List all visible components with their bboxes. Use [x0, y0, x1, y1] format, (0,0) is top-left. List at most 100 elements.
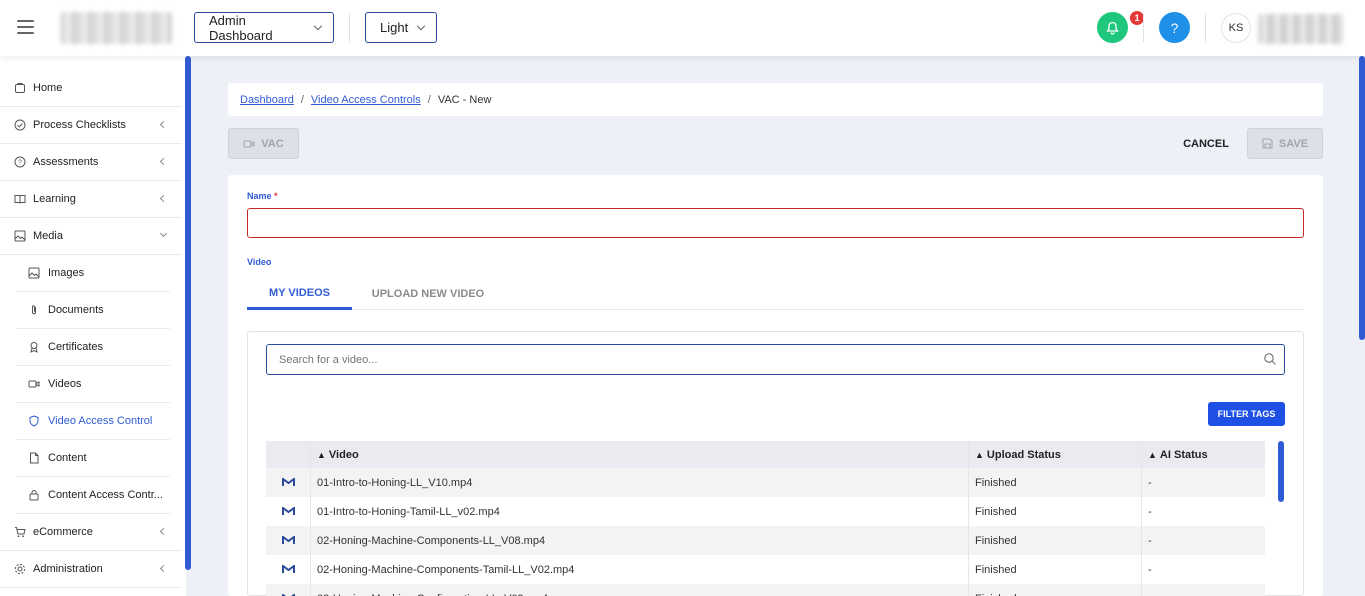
save-button-label: SAVE [1278, 137, 1309, 150]
sidebar-item-certificates[interactable]: Certificates [16, 329, 170, 366]
gear-icon [14, 563, 26, 575]
sidebar-item-documents[interactable]: Documents [16, 292, 170, 329]
sidebar-item-assessments[interactable]: ? Assessments [0, 144, 182, 181]
sort-icon: ▲︎ [975, 449, 984, 460]
file-icon [28, 452, 40, 464]
filter-tags-button[interactable]: FILTER TAGS [1208, 402, 1285, 426]
video-icon [28, 378, 40, 390]
sort-icon: ▲︎ [1148, 449, 1157, 460]
table-header-ai-status[interactable]: ▲︎ AI Status [1142, 441, 1265, 468]
divider [1205, 14, 1206, 42]
top-header: Admin Dashboard Light 1 ? KS [0, 0, 1365, 56]
sidebar-item-images[interactable]: Images [16, 255, 170, 292]
name-label-text: Name [247, 191, 272, 201]
chevron-down-icon [314, 21, 323, 31]
breadcrumb-separator: / [427, 93, 431, 106]
table-header-video[interactable]: ▲︎ Video [311, 441, 969, 468]
save-button[interactable]: SAVE [1247, 128, 1323, 159]
sidebar-item-media[interactable]: Media [0, 218, 182, 255]
sidebar-item-process-checklists[interactable]: Process Checklists [0, 107, 182, 144]
chevron-down-icon [159, 229, 168, 238]
help-button[interactable]: ? [1159, 12, 1190, 43]
sidebar-item-learning[interactable]: Learning [0, 181, 182, 218]
upload-status-cell: Finished [969, 526, 1142, 555]
tab-upload-new-video[interactable]: UPLOAD NEW VIDEO [357, 278, 499, 310]
paperclip-icon [28, 304, 40, 316]
video-name-cell: 02-Honing-Machine-Components-LL_V08.mp4 [311, 526, 969, 555]
table-header-label: AI Status [1159, 448, 1208, 461]
ai-status-cell: - [1142, 584, 1265, 596]
user-name[interactable] [1258, 14, 1344, 44]
table-row[interactable]: 03-Honing-Machine-Configuration-LL_V09.m… [266, 584, 1265, 596]
vac-button[interactable]: VAC [228, 128, 299, 159]
breadcrumb-current: VAC - New [437, 93, 492, 106]
logo [60, 12, 172, 44]
chevron-left-icon [159, 564, 168, 573]
table-row[interactable]: 02-Honing-Machine-Components-LL_V08.mp4 … [266, 526, 1265, 555]
sidebar-item-video-access-control[interactable]: Video Access Control [16, 403, 170, 440]
breadcrumb-video-access-controls-link[interactable]: Video Access Controls [311, 94, 421, 106]
upload-status-cell: Finished [969, 584, 1142, 596]
sidebar-item-home[interactable]: Home [0, 70, 182, 107]
table-row[interactable]: 01-Intro-to-Honing-LL_V10.mp4 Finished - [266, 468, 1265, 497]
table-header-label: Video [328, 448, 359, 461]
table-row[interactable]: 02-Honing-Machine-Components-Tamil-LL_V0… [266, 555, 1265, 584]
tab-my-videos[interactable]: MY VIDEOS [247, 278, 352, 310]
ai-status-cell: - [1148, 505, 1152, 518]
sidebar-item-content[interactable]: Content [16, 440, 170, 477]
divider [349, 14, 350, 42]
breadcrumb-separator: / [300, 93, 304, 106]
sidebar-item-label: Home [33, 82, 63, 94]
chevron-left-icon [159, 157, 168, 166]
sidebar-item-videos[interactable]: Videos [16, 366, 170, 403]
sidebar-item-label: Videos [48, 378, 82, 390]
theme-select-label: Light [380, 20, 409, 35]
sidebar-item-label: Assessments [33, 156, 99, 168]
chevron-left-icon [159, 527, 168, 536]
page-scrollbar[interactable] [1359, 56, 1365, 340]
video-thumbnail-icon [266, 555, 311, 584]
upload-status-cell: Finished [969, 468, 1142, 497]
lock-icon [28, 489, 40, 501]
table-header-cell [266, 441, 311, 468]
sidebar: Home Process Checklists ? Assessments Le… [0, 56, 186, 596]
sidebar-scrollbar[interactable] [185, 56, 191, 570]
name-input[interactable] [247, 208, 1304, 238]
sidebar-item-label: Content [48, 452, 87, 464]
award-icon [28, 341, 40, 353]
breadcrumb-dashboard-link[interactable]: Dashboard [240, 94, 294, 106]
video-thumbnail-icon [266, 497, 311, 526]
dashboard-select[interactable]: Admin Dashboard [194, 12, 334, 43]
notification-badge: 1 [1130, 11, 1144, 25]
dashboard-select-label: Admin Dashboard [209, 12, 273, 43]
chevron-left-icon [159, 194, 168, 203]
sidebar-item-ecommerce[interactable]: eCommerce [0, 514, 182, 551]
book-icon [14, 193, 26, 205]
search-icon[interactable] [1263, 352, 1277, 366]
question-circle-icon: ? [14, 156, 26, 168]
search-input[interactable] [266, 344, 1285, 375]
video-tabs: MY VIDEOS UPLOAD NEW VIDEO [247, 278, 1304, 310]
table-scrollbar[interactable] [1278, 441, 1284, 502]
sort-icon: ▲︎ [317, 449, 326, 460]
table-row[interactable]: 01-Intro-to-Honing-Tamil-LL_v02.mp4 Fini… [266, 497, 1265, 526]
sidebar-item-administration[interactable]: Administration [0, 551, 182, 588]
image-icon [28, 267, 40, 279]
notifications-button[interactable] [1097, 12, 1128, 43]
video-name-cell: 03-Honing-Machine-Configuration-LL_V09.m… [311, 584, 969, 596]
cancel-button[interactable]: CANCEL [1178, 128, 1234, 159]
hamburger-menu-icon[interactable] [17, 20, 34, 34]
check-circle-icon [14, 119, 26, 131]
theme-select[interactable]: Light [365, 12, 437, 43]
cart-icon [14, 526, 26, 538]
ai-status-cell: - [1148, 476, 1152, 489]
vac-button-label: VAC [261, 137, 284, 150]
sidebar-item-label: eCommerce [33, 526, 93, 538]
table-header-upload-status[interactable]: ▲︎ Upload Status [969, 441, 1142, 468]
video-name-cell: 01-Intro-to-Honing-Tamil-LL_v02.mp4 [311, 497, 969, 526]
sidebar-item-content-access-control[interactable]: Content Access Contr... [16, 477, 170, 514]
required-marker: * [274, 191, 278, 201]
chevron-left-icon [159, 120, 168, 129]
avatar[interactable]: KS [1221, 13, 1251, 43]
video-label: Video [247, 257, 272, 267]
